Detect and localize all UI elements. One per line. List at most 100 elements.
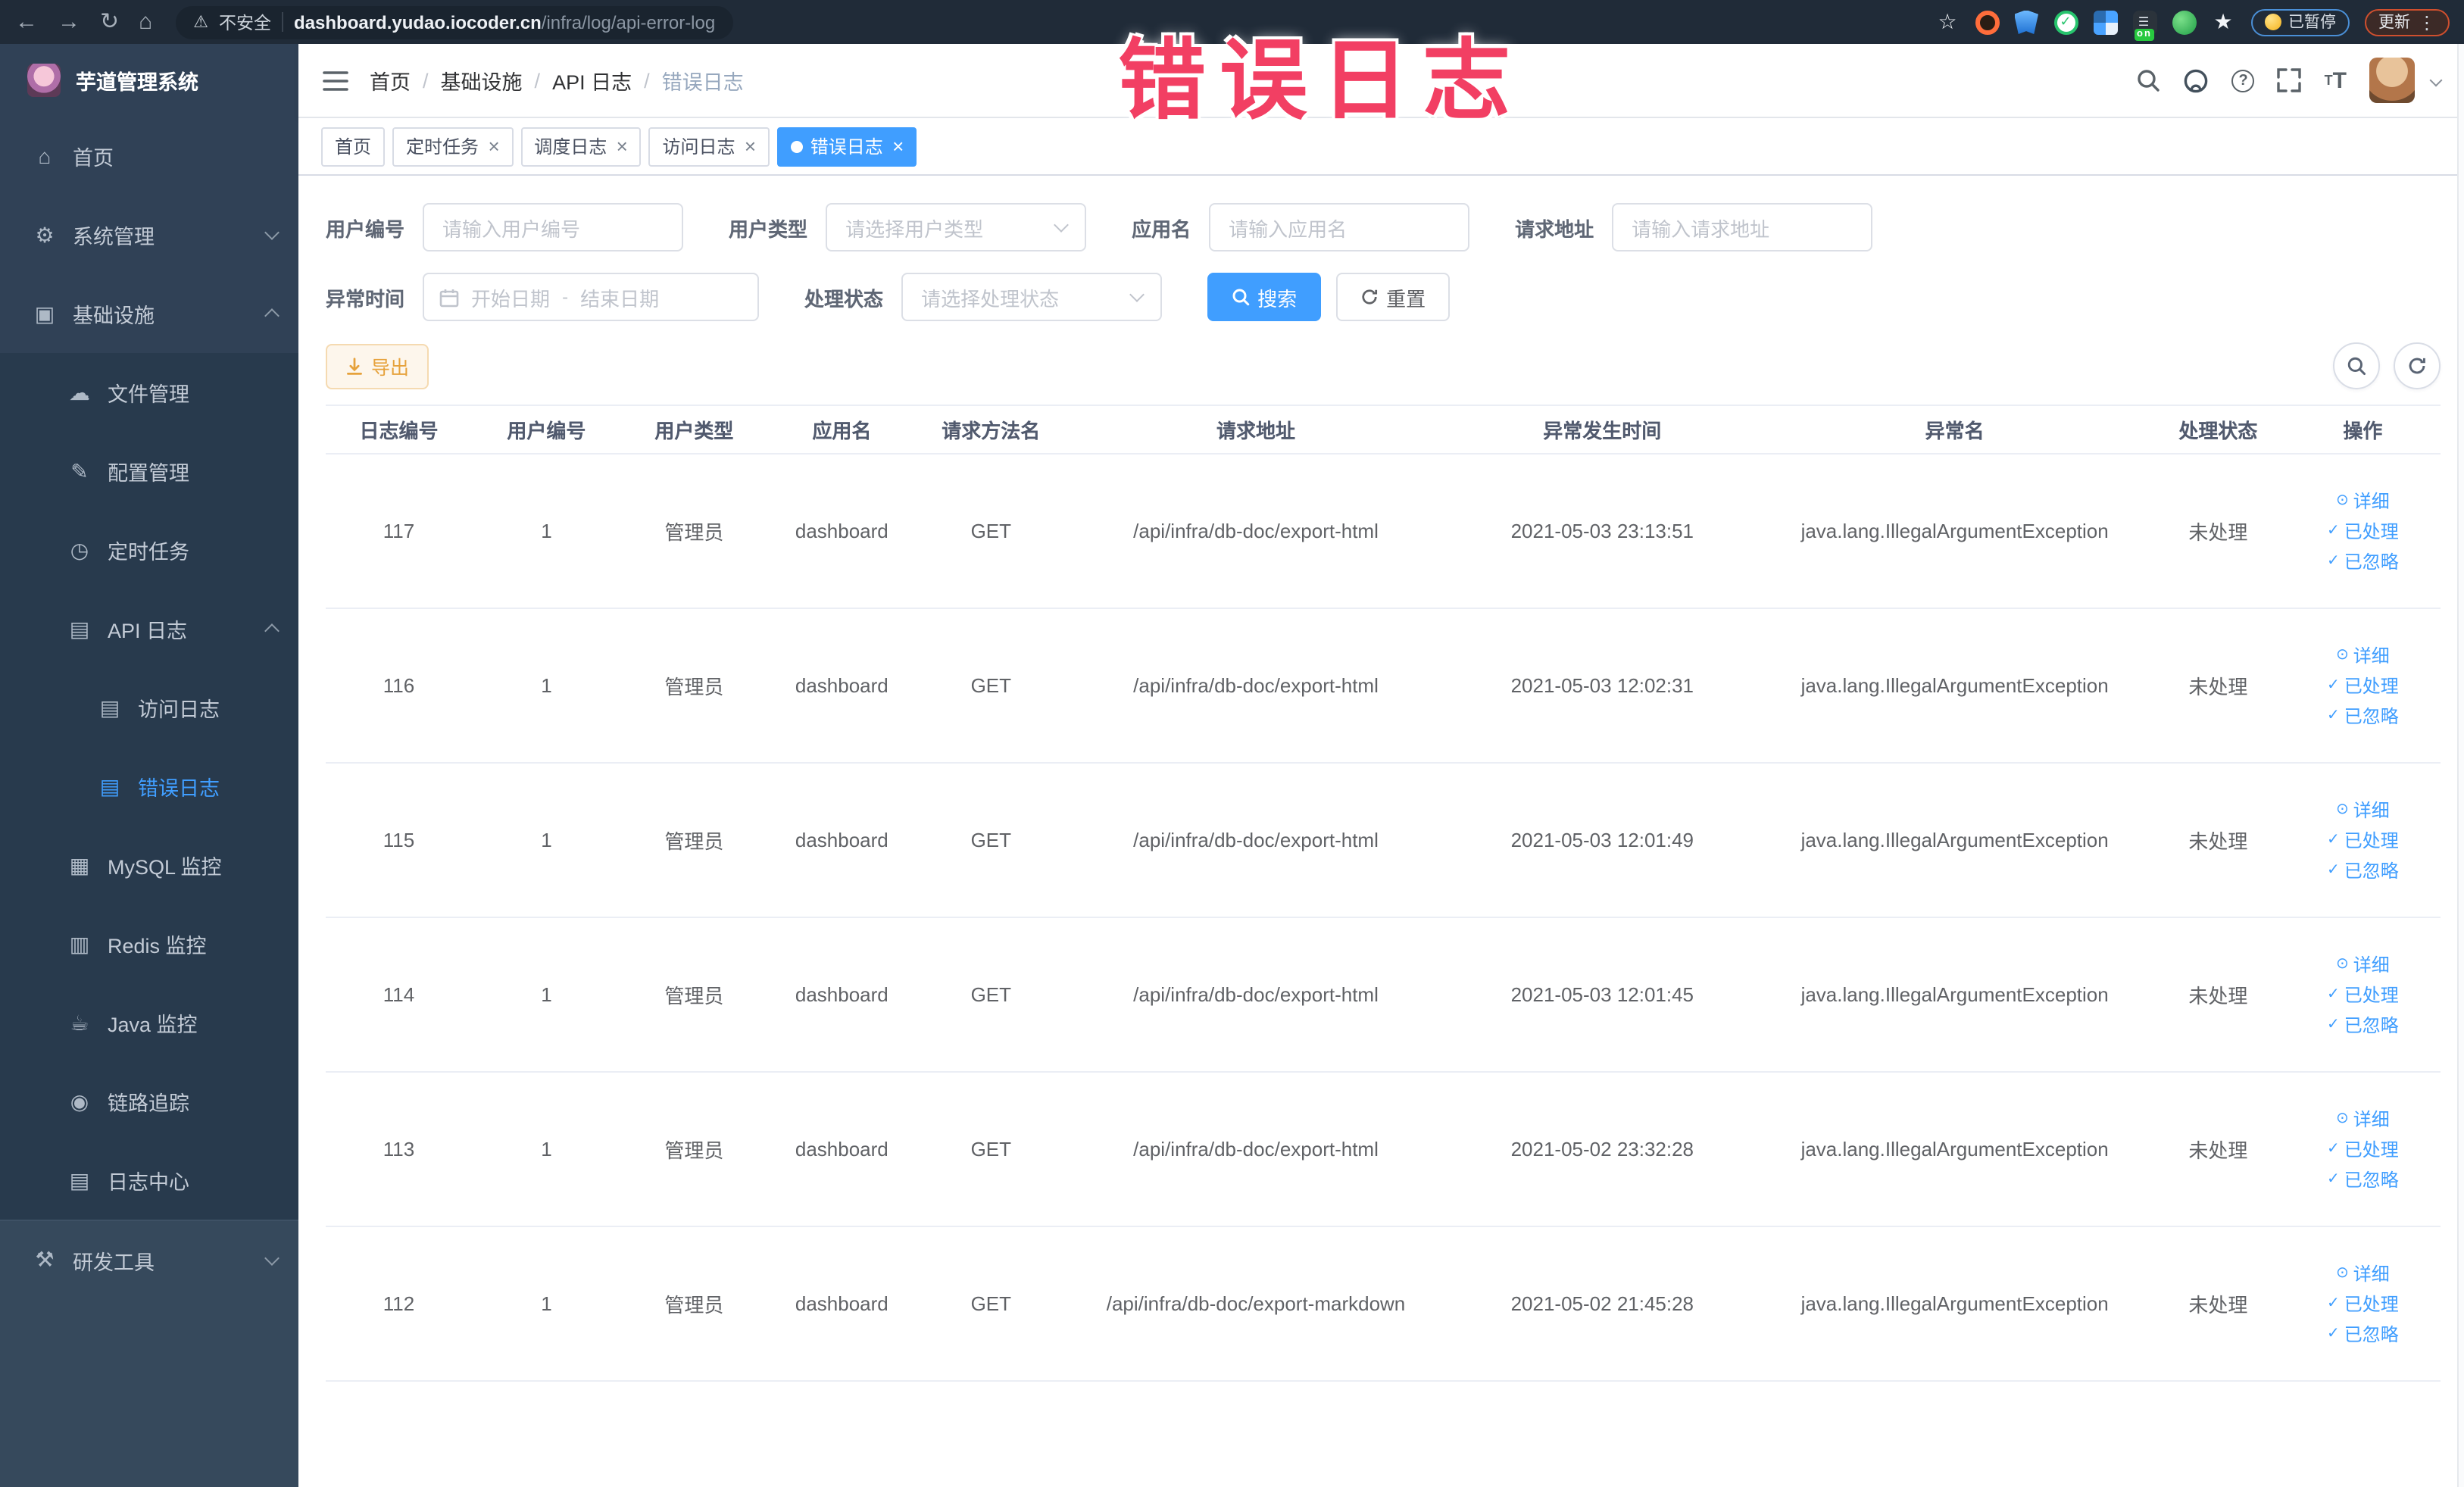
avatar-caret-icon[interactable]	[2429, 73, 2443, 87]
clock-icon: ◷	[70, 537, 89, 561]
help-icon[interactable]: ?	[2231, 69, 2255, 92]
export-button[interactable]: 导出	[326, 343, 429, 389]
tab-job-log[interactable]: 调度日志 ×	[520, 127, 642, 166]
action-detail[interactable]: ⊙ 详细	[2336, 642, 2390, 668]
user-avatar[interactable]	[2369, 58, 2415, 103]
cell-exception: java.lang.IllegalArgumentException	[1758, 1226, 2151, 1382]
browser-scrollbar[interactable]	[2457, 44, 2464, 1487]
close-icon[interactable]: ×	[616, 136, 627, 156]
action-label: 已忽略	[2344, 1015, 2399, 1036]
home-icon[interactable]: ⌂	[139, 11, 152, 33]
header-search-icon[interactable]	[2137, 68, 2161, 92]
sidebar-item-file-management[interactable]: ☁ 文件管理	[0, 353, 298, 432]
user-id-input[interactable]: 请输入用户编号	[423, 203, 684, 251]
sidebar-item-api-log[interactable]: ▤ API 日志	[0, 589, 298, 668]
kebab-menu-icon[interactable]: ⋮	[2418, 11, 2436, 33]
tab-home[interactable]: 首页	[321, 127, 386, 166]
sidebar-item-scheduled-jobs[interactable]: ◷ 定时任务	[0, 511, 298, 589]
sidebar-item-system-management[interactable]: ⚙ 系统管理	[0, 195, 298, 274]
action-processed[interactable]: ✓ 已处理	[2327, 827, 2399, 853]
action-ignored[interactable]: ✓ 已忽略	[2327, 703, 2399, 729]
toggle-search-icon-button[interactable]	[2333, 342, 2380, 389]
exception-time-range-picker[interactable]: 开始日期 - 结束日期	[423, 273, 760, 321]
fullscreen-icon[interactable]	[2277, 68, 2302, 92]
refresh-table-button[interactable]	[2394, 342, 2441, 389]
extension-proxy-icon[interactable]: ☰ on	[2132, 10, 2156, 40]
cell-status: 未处理	[2150, 763, 2285, 918]
cell-id: 114	[326, 917, 472, 1073]
action-ignored[interactable]: ✓ 已忽略	[2327, 1012, 2399, 1038]
filter-row-1: 用户编号 请输入用户编号 用户类型 请选择用户类型 应用名 请输入应用名 请求地…	[326, 203, 2441, 251]
action-processed[interactable]: ✓ 已处理	[2327, 982, 2399, 1007]
extensions-puzzle-icon[interactable]: ★	[2211, 9, 2235, 34]
sidebar-item-home[interactable]: ⌂ 首页	[0, 117, 298, 195]
font-size-icon[interactable]: TT	[2325, 67, 2347, 93]
breadcrumb-item[interactable]: 首页	[370, 65, 411, 95]
sidebar-item-label: 配置管理	[108, 462, 189, 485]
action-ignored[interactable]: ✓ 已忽略	[2327, 1321, 2399, 1347]
action-detail[interactable]: ⊙ 详细	[2336, 951, 2390, 977]
bookmark-star-icon[interactable]: ☆	[1935, 9, 1960, 34]
tab-access-log[interactable]: 访问日志 ×	[648, 127, 770, 166]
action-ignored[interactable]: ✓ 已忽略	[2327, 858, 2399, 883]
request-url-placeholder: 请输入请求地址	[1632, 217, 1770, 240]
export-button-label: 导出	[371, 358, 410, 379]
action-detail[interactable]: ⊙ 详细	[2336, 1261, 2390, 1286]
action-ignored[interactable]: ✓ 已忽略	[2327, 548, 2399, 574]
close-icon[interactable]: ×	[488, 136, 499, 156]
close-icon[interactable]: ×	[745, 136, 756, 156]
log-icon: ▤	[99, 773, 120, 798]
browser-update-button[interactable]: 更新 ⋮	[2365, 8, 2450, 36]
action-detail[interactable]: ⊙ 详细	[2336, 488, 2390, 514]
forward-icon[interactable]: →	[58, 11, 80, 33]
sidebar-item-access-log[interactable]: ▤ 访问日志	[0, 668, 298, 747]
extension-orange-icon[interactable]	[1975, 10, 1999, 34]
reload-icon[interactable]: ↻	[100, 11, 119, 33]
action-detail[interactable]: ⊙ 详细	[2336, 1106, 2390, 1132]
extension-grid-icon[interactable]	[2093, 10, 2117, 34]
field-user-id: 用户编号 请输入用户编号	[326, 203, 684, 251]
sidebar-item-error-log[interactable]: ▤ 错误日志	[0, 747, 298, 826]
address-bar[interactable]: ⚠ 不安全 dashboard.yudao.iocoder.cn/infra/l…	[175, 5, 734, 39]
close-icon[interactable]: ×	[892, 136, 904, 156]
process-status-select[interactable]: 请选择处理状态	[901, 273, 1163, 321]
sidebar-fold-icon[interactable]	[323, 69, 348, 92]
sidebar-item-infrastructure[interactable]: ▣ 基础设施	[0, 274, 298, 353]
search-button[interactable]: 搜索	[1207, 273, 1322, 321]
breadcrumb: 首页 / 基础设施 / API 日志 / 错误日志	[370, 65, 744, 95]
user-type-select[interactable]: 请选择用户类型	[826, 203, 1087, 251]
action-ignored[interactable]: ✓ 已忽略	[2327, 1167, 2399, 1192]
logo-row[interactable]: 芋道管理系统	[0, 44, 298, 117]
sidebar-item-config-management[interactable]: ✎ 配置管理	[0, 432, 298, 511]
sidebar-item-java-monitor[interactable]: ☕ Java 监控	[0, 983, 298, 1062]
app-name-input[interactable]: 请输入应用名	[1209, 203, 1470, 251]
tab-label: 调度日志	[534, 136, 607, 158]
breadcrumb-item[interactable]: 错误日志	[662, 65, 744, 95]
sidebar-item-dev-tools[interactable]: ⚒ 研发工具	[0, 1220, 298, 1298]
check-icon: ✓	[2327, 1016, 2340, 1032]
reset-button[interactable]: 重置	[1336, 273, 1451, 321]
action-detail[interactable]: ⊙ 详细	[2336, 797, 2390, 823]
breadcrumb-item[interactable]: API 日志	[552, 65, 632, 95]
back-icon[interactable]: ←	[15, 11, 38, 33]
tab-scheduled-jobs[interactable]: 定时任务 ×	[392, 127, 514, 166]
paused-extension-pill[interactable]: 已暂停	[2250, 8, 2350, 36]
request-url-input[interactable]: 请输入请求地址	[1612, 203, 1873, 251]
sidebar-item-mysql-monitor[interactable]: ▦ MySQL 监控	[0, 826, 298, 904]
sidebar-item-trace[interactable]: ◉ 链路追踪	[0, 1062, 298, 1141]
tab-error-log[interactable]: 错误日志 ×	[776, 127, 917, 166]
cell-user_id: 1	[471, 763, 621, 918]
sidebar-item-log-center[interactable]: ▤ 日志中心	[0, 1141, 298, 1220]
cell-method: GET	[916, 917, 1066, 1073]
extension-green-icon[interactable]: ✓	[2053, 10, 2078, 34]
action-processed[interactable]: ✓ 已处理	[2327, 1291, 2399, 1317]
github-icon[interactable]	[2184, 67, 2209, 93]
action-processed[interactable]: ✓ 已处理	[2327, 1136, 2399, 1162]
extension-shield-icon[interactable]	[2014, 10, 2038, 34]
action-label: 已处理	[2344, 521, 2399, 542]
sidebar-item-redis-monitor[interactable]: ▥ Redis 监控	[0, 904, 298, 983]
action-processed[interactable]: ✓ 已处理	[2327, 518, 2399, 544]
breadcrumb-item[interactable]: 基础设施	[441, 65, 523, 95]
extension-leaf-icon[interactable]	[2172, 10, 2196, 34]
action-processed[interactable]: ✓ 已处理	[2327, 673, 2399, 698]
